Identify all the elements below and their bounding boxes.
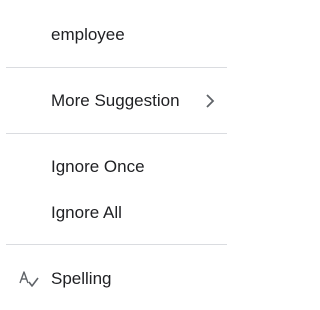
menu-divider (6, 244, 227, 245)
ignore-all-label: Ignore All (51, 203, 122, 222)
suggestion-item-employee[interactable]: employee (0, 15, 227, 55)
ignore-all-item[interactable]: Ignore All (0, 193, 227, 233)
spellcheck-icon (19, 271, 39, 287)
spelling-item[interactable]: Spelling (0, 259, 227, 299)
menu-divider (6, 67, 227, 68)
suggestion-label: employee (51, 25, 125, 44)
ignore-once-label: Ignore Once (51, 157, 145, 176)
menu-divider (6, 133, 227, 134)
ignore-once-item[interactable]: Ignore Once (0, 147, 227, 187)
spelling-label: Spelling (51, 269, 112, 288)
chevron-right-icon (206, 94, 215, 108)
more-suggestion-label: More Suggestion (51, 91, 180, 110)
context-menu: employee More Suggestion Ignore Once Ign… (0, 0, 227, 310)
more-suggestion-item[interactable]: More Suggestion (0, 81, 227, 121)
